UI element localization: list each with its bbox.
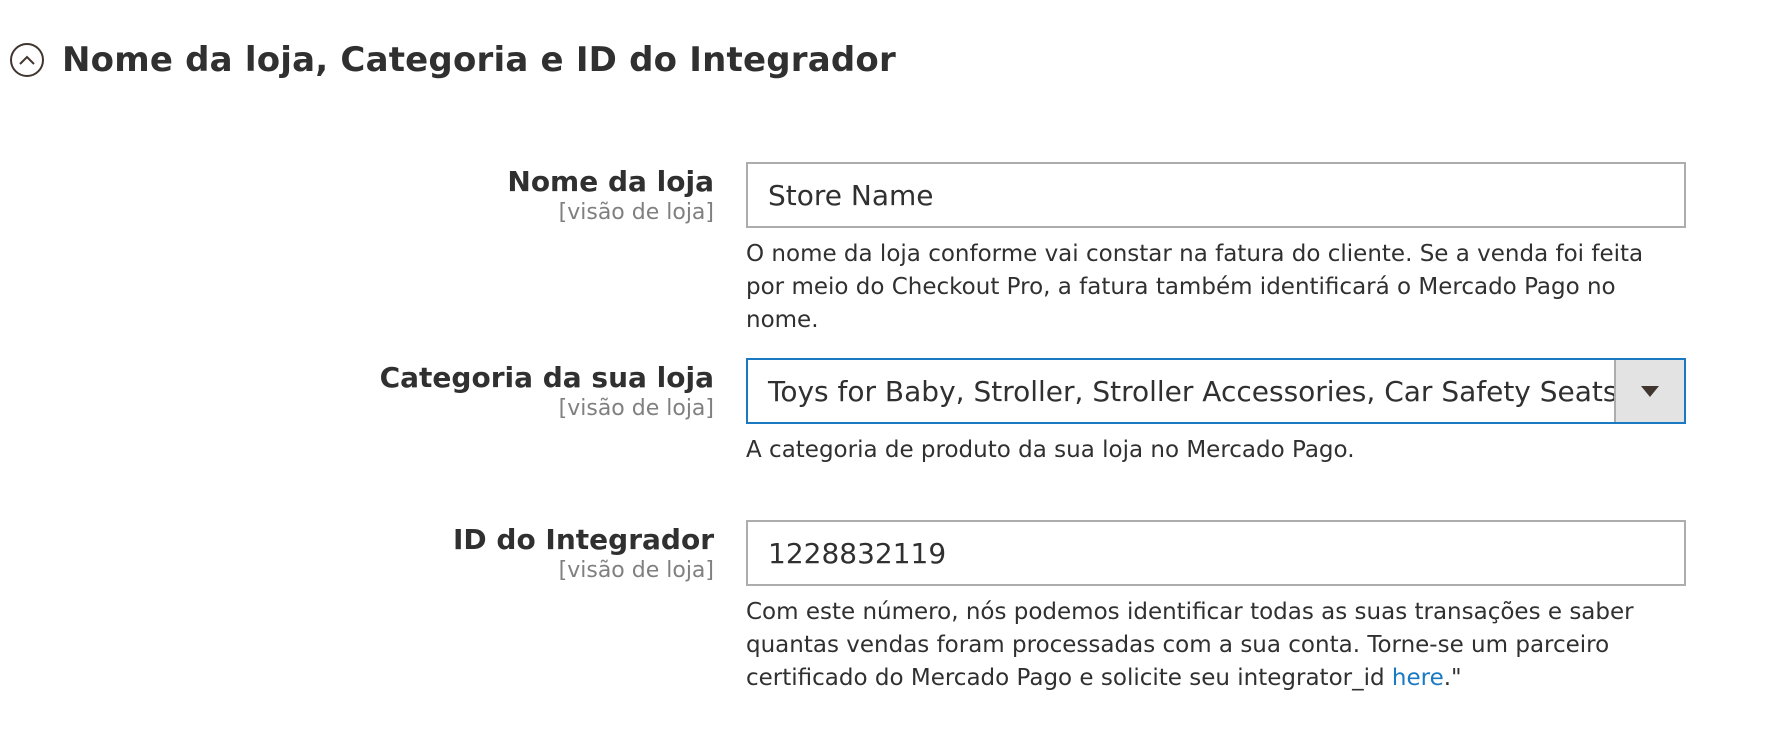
integrator-id-note: Com este número, nós podemos identificar… bbox=[746, 596, 1686, 695]
section-header[interactable]: Nome da loja, Categoria e ID do Integrad… bbox=[10, 38, 896, 82]
integrator-id-scope: [visão de loja] bbox=[558, 558, 714, 583]
store-category-select[interactable]: Toys for Baby, Stroller, Stroller Access… bbox=[746, 358, 1686, 424]
integrator-id-control: 1228832119 Com este número, nós podemos … bbox=[746, 520, 1686, 695]
integrator-id-note-text: Com este número, nós podemos identificar… bbox=[746, 599, 1634, 691]
chevron-up-circle-icon[interactable] bbox=[10, 43, 44, 77]
integrator-id-here-link[interactable]: here bbox=[1392, 665, 1444, 691]
integrator-id-label-group: ID do Integrador [visão de loja] bbox=[453, 522, 714, 584]
integrator-id-label: ID do Integrador bbox=[453, 523, 714, 556]
store-category-note: A categoria de produto da sua loja no Me… bbox=[746, 437, 1355, 463]
store-category-scope: [visão de loja] bbox=[558, 396, 714, 421]
store-name-note: O nome da loja conforme vai constar na f… bbox=[746, 241, 1644, 333]
store-name-scope: [visão de loja] bbox=[558, 200, 714, 225]
triangle-down-icon[interactable] bbox=[1614, 360, 1684, 422]
store-category-control: Toys for Baby, Stroller, Stroller Access… bbox=[746, 358, 1686, 467]
store-category-label: Categoria da sua loja bbox=[379, 361, 714, 394]
integrator-id-note-suffix: ." bbox=[1443, 665, 1462, 691]
store-category-label-group: Categoria da sua loja [visão de loja] bbox=[380, 360, 714, 422]
section-title: Nome da loja, Categoria e ID do Integrad… bbox=[62, 40, 896, 80]
integrator-id-input[interactable]: 1228832119 bbox=[746, 520, 1686, 586]
store-name-control: Store Name O nome da loja conforme vai c… bbox=[746, 162, 1686, 337]
store-name-label: Nome da loja bbox=[507, 165, 714, 198]
store-name-label-group: Nome da loja [visão de loja] bbox=[507, 164, 714, 226]
store-category-selected[interactable]: Toys for Baby, Stroller, Stroller Access… bbox=[748, 360, 1614, 422]
store-name-input[interactable]: Store Name bbox=[746, 162, 1686, 228]
